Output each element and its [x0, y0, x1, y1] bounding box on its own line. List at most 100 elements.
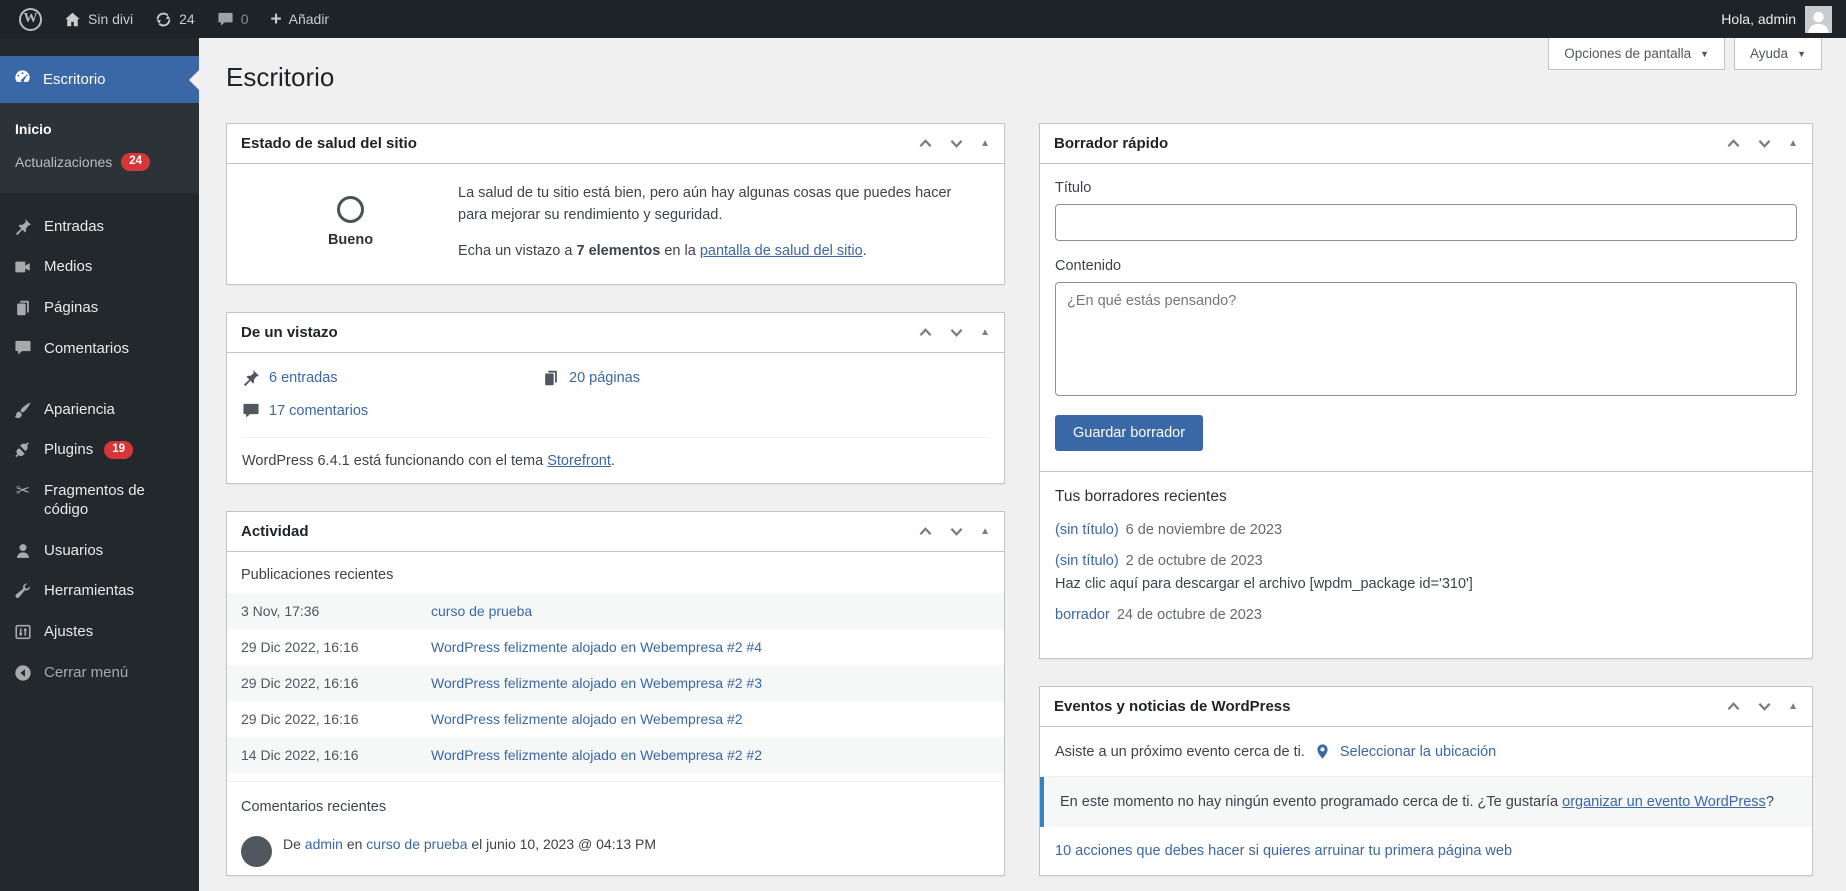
submenu-item-inicio[interactable]: Inicio [0, 113, 199, 145]
wordpress-logo-menu[interactable]: W [8, 0, 53, 38]
sidebar-item-entradas[interactable]: Entradas [0, 207, 199, 248]
widget-header: Estado de salud del sitio ▲ [227, 124, 1004, 164]
move-up-button[interactable] [1726, 700, 1741, 713]
draft-link[interactable]: (sin título) [1055, 522, 1119, 538]
glance-comments: 17 comentarios [242, 403, 542, 419]
posts-count-link[interactable]: 6 entradas [269, 370, 338, 386]
post-link[interactable]: WordPress felizmente alojado en Webempre… [431, 639, 762, 655]
collapse-toggle-icon[interactable]: ▲ [1788, 138, 1798, 149]
admin-bar-updates[interactable]: 24 [144, 0, 206, 38]
admin-bar-comments[interactable]: 0 [206, 0, 260, 38]
health-ring-icon [337, 196, 364, 224]
post-link[interactable]: WordPress felizmente alojado en Webempre… [431, 711, 743, 727]
select-location-link[interactable]: Seleccionar la ubicación [1340, 744, 1496, 760]
health-paragraph: La salud de tu sitio está bien, pero aún… [458, 185, 952, 224]
post-link[interactable]: WordPress felizmente alojado en Webempre… [431, 747, 762, 763]
sidebar-item-plugins[interactable]: Plugins 19 [0, 430, 199, 471]
organize-event-link[interactable]: organizar un evento WordPress [1562, 794, 1766, 810]
sidebar-item-medios[interactable]: Medios [0, 247, 199, 288]
comment-icon [242, 403, 260, 419]
sidebar-item-escritorio[interactable]: Escritorio [0, 56, 199, 103]
chevron-up-icon [1727, 702, 1740, 711]
add-new-label: Añadir [288, 11, 330, 27]
draft-link[interactable]: borrador [1055, 607, 1110, 623]
sidebar-item-usuarios[interactable]: Usuarios [0, 531, 199, 572]
admin-bar-site-name[interactable]: Sin divi [53, 0, 144, 38]
sidebar-item-apariencia[interactable]: Apariencia [0, 390, 199, 431]
post-link[interactable]: WordPress felizmente alojado en Webempre… [431, 675, 762, 691]
collapse-menu-icon [13, 664, 33, 682]
sidebar-item-fragmentos[interactable]: ✂ Fragmentos de código [0, 471, 199, 531]
comment-meta: De admin en curso de prueba el junio 10,… [283, 836, 657, 853]
move-down-button[interactable] [949, 525, 964, 538]
recent-drafts-title: Tus borradores recientes [1055, 488, 1227, 505]
move-up-button[interactable] [918, 525, 933, 538]
chevron-up-icon [1727, 139, 1740, 148]
events-body: Asiste a un próximo evento cerca de ti. … [1040, 727, 1812, 875]
move-down-button[interactable] [1757, 137, 1772, 150]
activity-row: 3 Nov, 17:36 curso de prueba [227, 593, 1004, 630]
home-icon [65, 12, 80, 26]
widget-title: Actividad [241, 523, 309, 541]
comment-post-link[interactable]: curso de prueba [366, 836, 467, 852]
site-health-gauge: Bueno [243, 182, 458, 262]
pin-icon [13, 218, 33, 236]
draft-excerpt: Haz clic aquí para descargar el archivo … [1055, 576, 1473, 592]
pages-icon [542, 369, 560, 387]
updates-badge: 24 [121, 153, 151, 171]
admin-bar-account[interactable]: Hola, admin [1721, 5, 1832, 33]
collapse-toggle-icon[interactable]: ▲ [980, 526, 990, 537]
sidebar-item-ajustes[interactable]: Ajustes [0, 612, 199, 653]
draft-title-input[interactable] [1055, 204, 1797, 241]
comments-count-link[interactable]: 17 comentarios [269, 403, 368, 419]
sidebar-item-comentarios[interactable]: Comentarios [0, 329, 199, 370]
activity-row: 14 Dic 2022, 16:16 WordPress felizmente … [227, 737, 1004, 774]
submenu-item-actualizaciones[interactable]: Actualizaciones 24 [0, 145, 199, 179]
help-button[interactable]: Ayuda ▼ [1734, 38, 1822, 70]
admin-bar-add-new[interactable]: + Añadir [260, 0, 341, 38]
screen-options-button[interactable]: Opciones de pantalla ▼ [1548, 38, 1726, 70]
chevron-down-icon: ▼ [1700, 48, 1710, 59]
health-status-label: Bueno [327, 232, 374, 249]
draft-content-textarea[interactable] [1055, 282, 1797, 396]
draft-link[interactable]: (sin título) [1055, 553, 1119, 569]
widget-header: Eventos y noticias de WordPress ▲ [1040, 687, 1812, 727]
draft-item: (sin título) 6 de noviembre de 2023 [1055, 522, 1797, 538]
chevron-down-icon [1758, 702, 1771, 711]
brush-icon [13, 401, 33, 419]
theme-link[interactable]: Storefront [547, 453, 611, 469]
site-health-screen-link[interactable]: pantalla de salud del sitio [700, 243, 863, 259]
glance-posts: 6 entradas [242, 369, 542, 387]
activity-body: Publicaciones recientes 3 Nov, 17:36 cur… [227, 552, 1004, 875]
sidebar-item-herramientas[interactable]: Herramientas [0, 571, 199, 612]
collapse-toggle-icon[interactable]: ▲ [980, 327, 990, 338]
chevron-down-icon [950, 139, 963, 148]
comment-author-link[interactable]: admin [305, 836, 343, 852]
draft-item: (sin título) 2 de octubre de 2023 Haz cli… [1055, 553, 1797, 592]
widget-controls: ▲ [1726, 137, 1798, 150]
sidebar-item-paginas[interactable]: Páginas [0, 288, 199, 329]
admin-sidebar: Escritorio Inicio Actualizaciones 24 Ent… [0, 38, 199, 891]
sidebar-item-cerrar-menu[interactable]: Cerrar menú [0, 653, 199, 694]
move-down-button[interactable] [1757, 700, 1772, 713]
comment-icon [13, 340, 33, 356]
news-article-link[interactable]: 10 acciones que debes hacer si quieres a… [1055, 843, 1512, 859]
sidebar-item-label: Escritorio [43, 71, 106, 88]
post-link[interactable]: curso de prueba [431, 603, 532, 619]
move-up-button[interactable] [918, 326, 933, 339]
widget-controls: ▲ [918, 525, 990, 538]
move-up-button[interactable] [1726, 137, 1741, 150]
move-down-button[interactable] [949, 326, 964, 339]
move-down-button[interactable] [949, 137, 964, 150]
widget-events-news: Eventos y noticias de WordPress ▲ Asiste… [1039, 686, 1813, 877]
save-draft-button[interactable]: Guardar borrador [1055, 415, 1204, 451]
chevron-down-icon: ▼ [1797, 48, 1806, 59]
move-up-button[interactable] [918, 137, 933, 150]
widget-header: Actividad ▲ [227, 512, 1004, 553]
draft-date: 2 de octubre de 2023 [1125, 553, 1263, 569]
collapse-toggle-icon[interactable]: ▲ [1788, 701, 1798, 712]
glance-pages: 20 páginas [542, 369, 842, 387]
collapse-toggle-icon[interactable]: ▲ [980, 138, 990, 149]
pages-count-link[interactable]: 20 páginas [569, 370, 640, 386]
wrench-icon [13, 582, 33, 600]
